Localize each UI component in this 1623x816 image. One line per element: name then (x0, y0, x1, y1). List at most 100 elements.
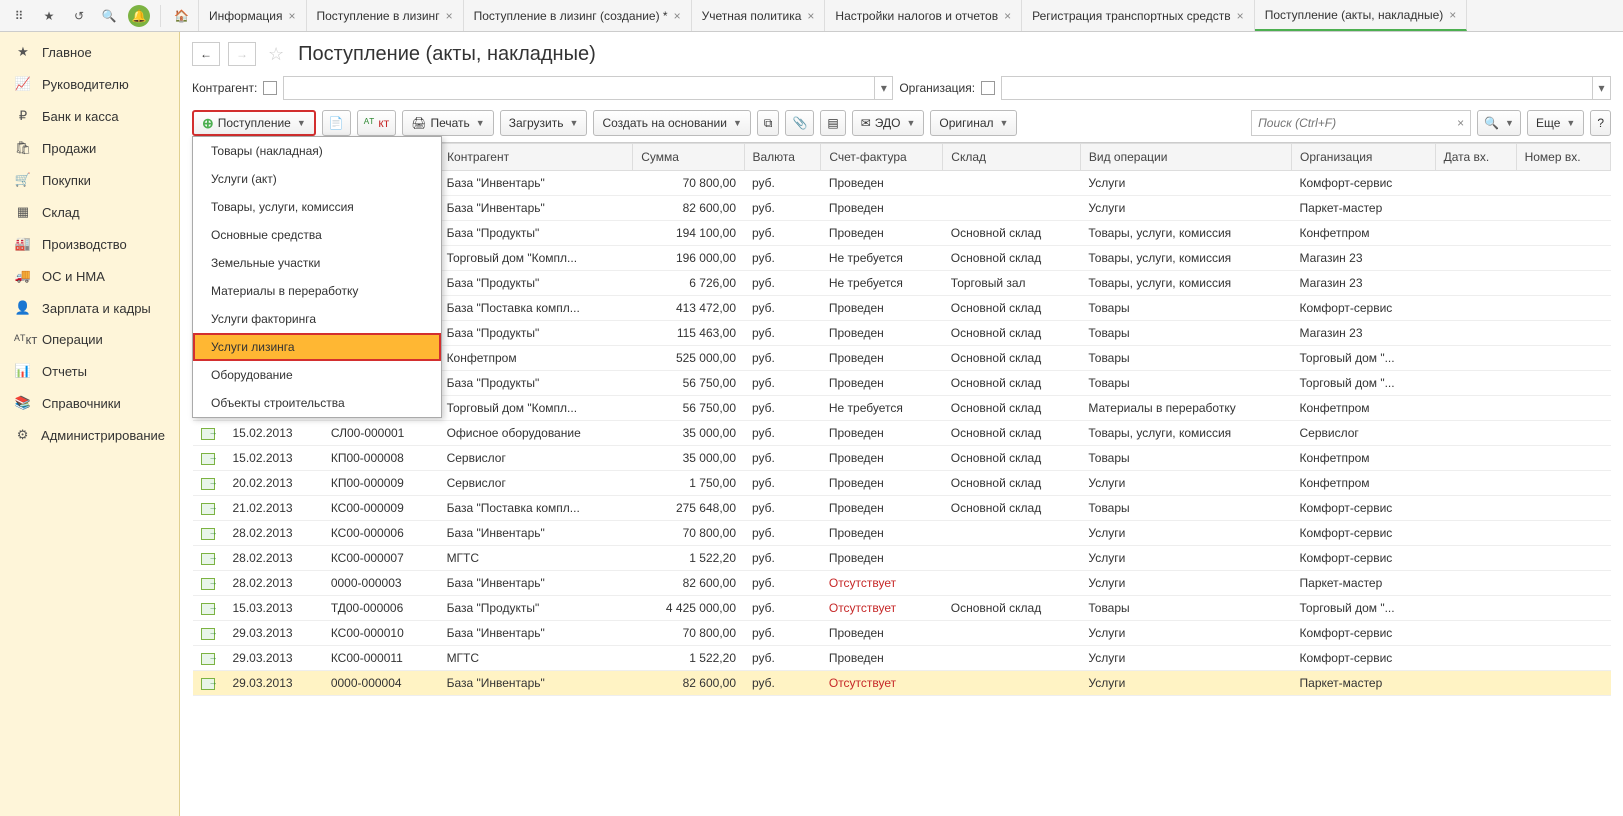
dropdown-item[interactable]: Услуги лизинга (193, 333, 441, 361)
table-row[interactable]: 28.02.2013 КС00-000006 База "Инвентарь" … (193, 521, 1611, 546)
sidebar-item[interactable]: 📊Отчеты (0, 355, 179, 387)
column-header[interactable]: Дата вх. (1435, 144, 1516, 171)
table-row[interactable]: 15.03.2013 ТД00-000006 База "Продукты" 4… (193, 596, 1611, 621)
receipt-button[interactable]: ⊕Поступление▼ (192, 110, 316, 136)
dropdown-item[interactable]: Товары, услуги, комиссия (193, 193, 441, 221)
sidebar-item[interactable]: 📚Справочники (0, 387, 179, 419)
column-header[interactable]: Номер вх. (1516, 144, 1610, 171)
currency-cell: руб. (744, 196, 821, 221)
history-icon[interactable]: ↺ (66, 3, 92, 29)
table-row[interactable]: 29.03.2013 КС00-000011 МГТС 1 522,20 руб… (193, 646, 1611, 671)
close-icon[interactable]: × (1449, 8, 1456, 22)
dropdown-item[interactable]: Материалы в переработку (193, 277, 441, 305)
clear-search-button[interactable]: × (1451, 110, 1471, 136)
organization-checkbox[interactable] (981, 81, 995, 95)
more-button[interactable]: Еще▼ (1527, 110, 1584, 136)
table-row[interactable]: 21.02.2013 КС00-000009 База "Поставка ко… (193, 496, 1611, 521)
sidebar-item[interactable]: ᴬᵀктОперации (0, 324, 179, 355)
close-icon[interactable]: × (446, 9, 453, 23)
table-row[interactable]: 28.02.2013 КС00-000007 МГТС 1 522,20 руб… (193, 546, 1611, 571)
forward-button[interactable]: → (228, 42, 256, 66)
favorite-icon[interactable]: ☆ (268, 44, 284, 65)
sidebar-item[interactable]: ₽Банк и касса (0, 100, 179, 132)
warehouse-cell (943, 171, 1081, 196)
related-button[interactable]: ⧉ (757, 110, 780, 136)
column-header[interactable]: Валюта (744, 144, 821, 171)
dropdown-item[interactable]: Земельные участки (193, 249, 441, 277)
apps-icon[interactable]: ⠿ (6, 3, 32, 29)
organization-combo[interactable]: ▾ (1001, 76, 1611, 100)
sidebar-item[interactable]: 🚚ОС и НМА (0, 260, 179, 292)
column-header[interactable]: Счет-фактура (821, 144, 943, 171)
table-row[interactable]: 29.03.2013 0000-000004 База "Инвентарь" … (193, 671, 1611, 696)
search-input[interactable] (1251, 110, 1451, 136)
tab[interactable]: Учетная политика× (692, 0, 826, 31)
tab[interactable]: Информация× (199, 0, 307, 31)
back-button[interactable]: ← (192, 42, 220, 66)
column-header[interactable]: Сумма (633, 144, 744, 171)
star-icon[interactable]: ★ (36, 3, 62, 29)
document-icon (201, 453, 215, 465)
sidebar-item[interactable]: 👤Зарплата и кадры (0, 292, 179, 324)
table-row[interactable]: 15.02.2013 СЛ00-000001 Офисное оборудова… (193, 421, 1611, 446)
dropdown-item[interactable]: Товары (накладная) (193, 137, 441, 165)
sidebar-item[interactable]: 📈Руководителю (0, 68, 179, 100)
date-in-cell (1435, 171, 1516, 196)
document-icon (201, 628, 215, 640)
sidebar-item[interactable]: 🛍Продажи (0, 132, 179, 164)
sidebar-item[interactable]: ▦Склад (0, 196, 179, 228)
contragent-input[interactable] (284, 77, 874, 99)
dropdown-icon[interactable]: ▾ (874, 77, 892, 99)
close-icon[interactable]: × (288, 9, 295, 23)
dropdown-icon[interactable]: ▾ (1592, 77, 1610, 99)
copy-button[interactable]: 📄 (322, 110, 351, 136)
find-button[interactable]: 🔍▼ (1477, 110, 1521, 136)
column-header[interactable]: Склад (943, 144, 1081, 171)
sidebar-item[interactable]: 🛒Покупки (0, 164, 179, 196)
sidebar-item[interactable]: ★Главное (0, 36, 179, 68)
table-row[interactable]: 20.02.2013 КП00-000009 Сервислог 1 750,0… (193, 471, 1611, 496)
contragent-checkbox[interactable] (263, 81, 277, 95)
dropdown-item[interactable]: Основные средства (193, 221, 441, 249)
number-in-cell (1516, 221, 1610, 246)
sidebar-item[interactable]: 🏭Производство (0, 228, 179, 260)
list-button[interactable]: ▤ (820, 110, 845, 136)
dropdown-item[interactable]: Услуги факторинга (193, 305, 441, 333)
organization-input[interactable] (1002, 77, 1592, 99)
table-row[interactable]: 28.02.2013 0000-000003 База "Инвентарь" … (193, 571, 1611, 596)
organization-cell: Торговый дом "... (1292, 346, 1436, 371)
edo-button[interactable]: ✉ ЭДО▼ (852, 110, 925, 136)
attach-button[interactable]: 📎 (785, 110, 814, 136)
sum-cell: 35 000,00 (633, 446, 744, 471)
dtct-button[interactable]: ᴬᵀкт (357, 110, 397, 136)
sidebar-label: Отчеты (42, 364, 87, 379)
close-icon[interactable]: × (674, 9, 681, 23)
tab[interactable]: Регистрация транспортных средств× (1022, 0, 1255, 31)
dropdown-item[interactable]: Оборудование (193, 361, 441, 389)
tab[interactable]: Поступление в лизинг× (307, 0, 464, 31)
close-icon[interactable]: × (1237, 9, 1244, 23)
dropdown-item[interactable]: Услуги (акт) (193, 165, 441, 193)
tab[interactable]: Поступление (акты, накладные)× (1255, 0, 1468, 31)
notification-icon[interactable]: 🔔 (126, 3, 152, 29)
load-button[interactable]: Загрузить▼ (500, 110, 588, 136)
column-header[interactable]: Организация (1292, 144, 1436, 171)
help-button[interactable]: ? (1590, 110, 1611, 136)
original-button[interactable]: Оригинал▼ (930, 110, 1017, 136)
print-button[interactable]: 🖨 Печать▼ (402, 110, 493, 136)
create-based-button[interactable]: Создать на основании▼ (593, 110, 750, 136)
dropdown-item[interactable]: Объекты строительства (193, 389, 441, 417)
close-icon[interactable]: × (1004, 9, 1011, 23)
contragent-combo[interactable]: ▾ (283, 76, 893, 100)
sidebar-item[interactable]: ⚙Администрирование (0, 419, 179, 451)
search-icon[interactable]: 🔍 (96, 3, 122, 29)
table-row[interactable]: 29.03.2013 КС00-000010 База "Инвентарь" … (193, 621, 1611, 646)
column-header[interactable]: Вид операции (1080, 144, 1291, 171)
tab[interactable]: Настройки налогов и отчетов× (825, 0, 1022, 31)
home-tab[interactable]: 🏠 (165, 0, 199, 31)
table-row[interactable]: 15.02.2013 КП00-000008 Сервислог 35 000,… (193, 446, 1611, 471)
tab[interactable]: Поступление в лизинг (создание) *× (464, 0, 692, 31)
close-icon[interactable]: × (807, 9, 814, 23)
operation-cell: Товары, услуги, комиссия (1080, 221, 1291, 246)
column-header[interactable]: Контрагент (439, 144, 633, 171)
